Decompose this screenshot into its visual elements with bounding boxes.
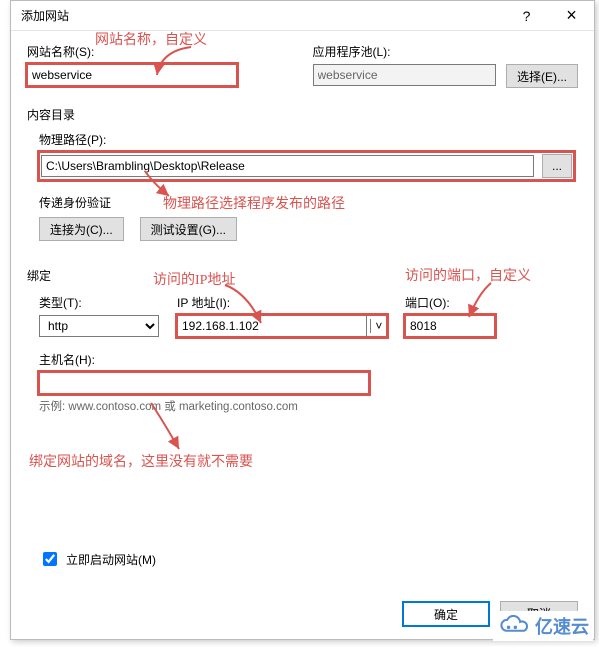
site-name-input[interactable] [27, 64, 237, 86]
hostname-label: 主机名(H): [39, 353, 95, 367]
dialog-title: 添加网站 [21, 7, 504, 24]
site-name-label: 网站名称(S): [27, 45, 94, 59]
content-dir-legend: 内容目录 [27, 108, 75, 122]
ip-dropdown-icon[interactable]: ˅ [370, 319, 386, 333]
app-pool-label: 应用程序池(L): [313, 43, 579, 60]
cloud-icon [497, 615, 531, 637]
app-pool-input [313, 64, 497, 86]
type-label: 类型(T): [39, 294, 159, 311]
port-label: 端口(O): [405, 294, 495, 311]
port-input[interactable] [405, 315, 495, 337]
hostname-input[interactable] [39, 372, 369, 394]
binding-legend: 绑定 [27, 269, 51, 283]
ok-button[interactable]: 确定 [402, 601, 490, 627]
titlebar: 添加网站 ? × [11, 1, 594, 31]
yisu-text: 亿速云 [535, 613, 589, 639]
ip-input[interactable] [177, 315, 367, 337]
test-settings-button[interactable]: 测试设置(G)... [140, 217, 237, 241]
help-icon[interactable]: ? [504, 1, 549, 31]
phys-path-label: 物理路径(P): [39, 133, 106, 147]
top-row: 网站名称(S): 应用程序池(L): 选择(E)... [27, 43, 578, 88]
physical-path-input[interactable] [41, 155, 534, 177]
start-now-row[interactable]: 立即启动网站(M) [39, 549, 156, 569]
close-icon[interactable]: × [549, 1, 594, 31]
start-now-checkbox[interactable] [43, 552, 57, 566]
annotation-hostname: 绑定网站的域名，这里没有就不需要 [29, 451, 253, 471]
start-now-label: 立即启动网站(M) [66, 551, 156, 568]
ip-label: IP 地址(I): [177, 294, 387, 311]
pass-auth-label: 传递身份验证 [39, 196, 111, 210]
add-website-dialog: 添加网站 ? × 网站名称(S): 应用程序池(L): 选择(E)... 内容目 [10, 0, 595, 640]
hostname-example: 示例: www.contoso.com 或 marketing.contoso.… [39, 398, 574, 414]
dialog-body: 网站名称(S): 应用程序池(L): 选择(E)... 内容目录 物理路径(P)… [11, 31, 594, 639]
connect-as-button[interactable]: 连接为(C)... [39, 217, 124, 241]
yisu-logo: 亿速云 [493, 611, 593, 641]
select-app-pool-button[interactable]: 选择(E)... [506, 64, 578, 88]
type-select[interactable]: http [39, 315, 159, 337]
browse-path-button[interactable]: ... [542, 154, 572, 178]
